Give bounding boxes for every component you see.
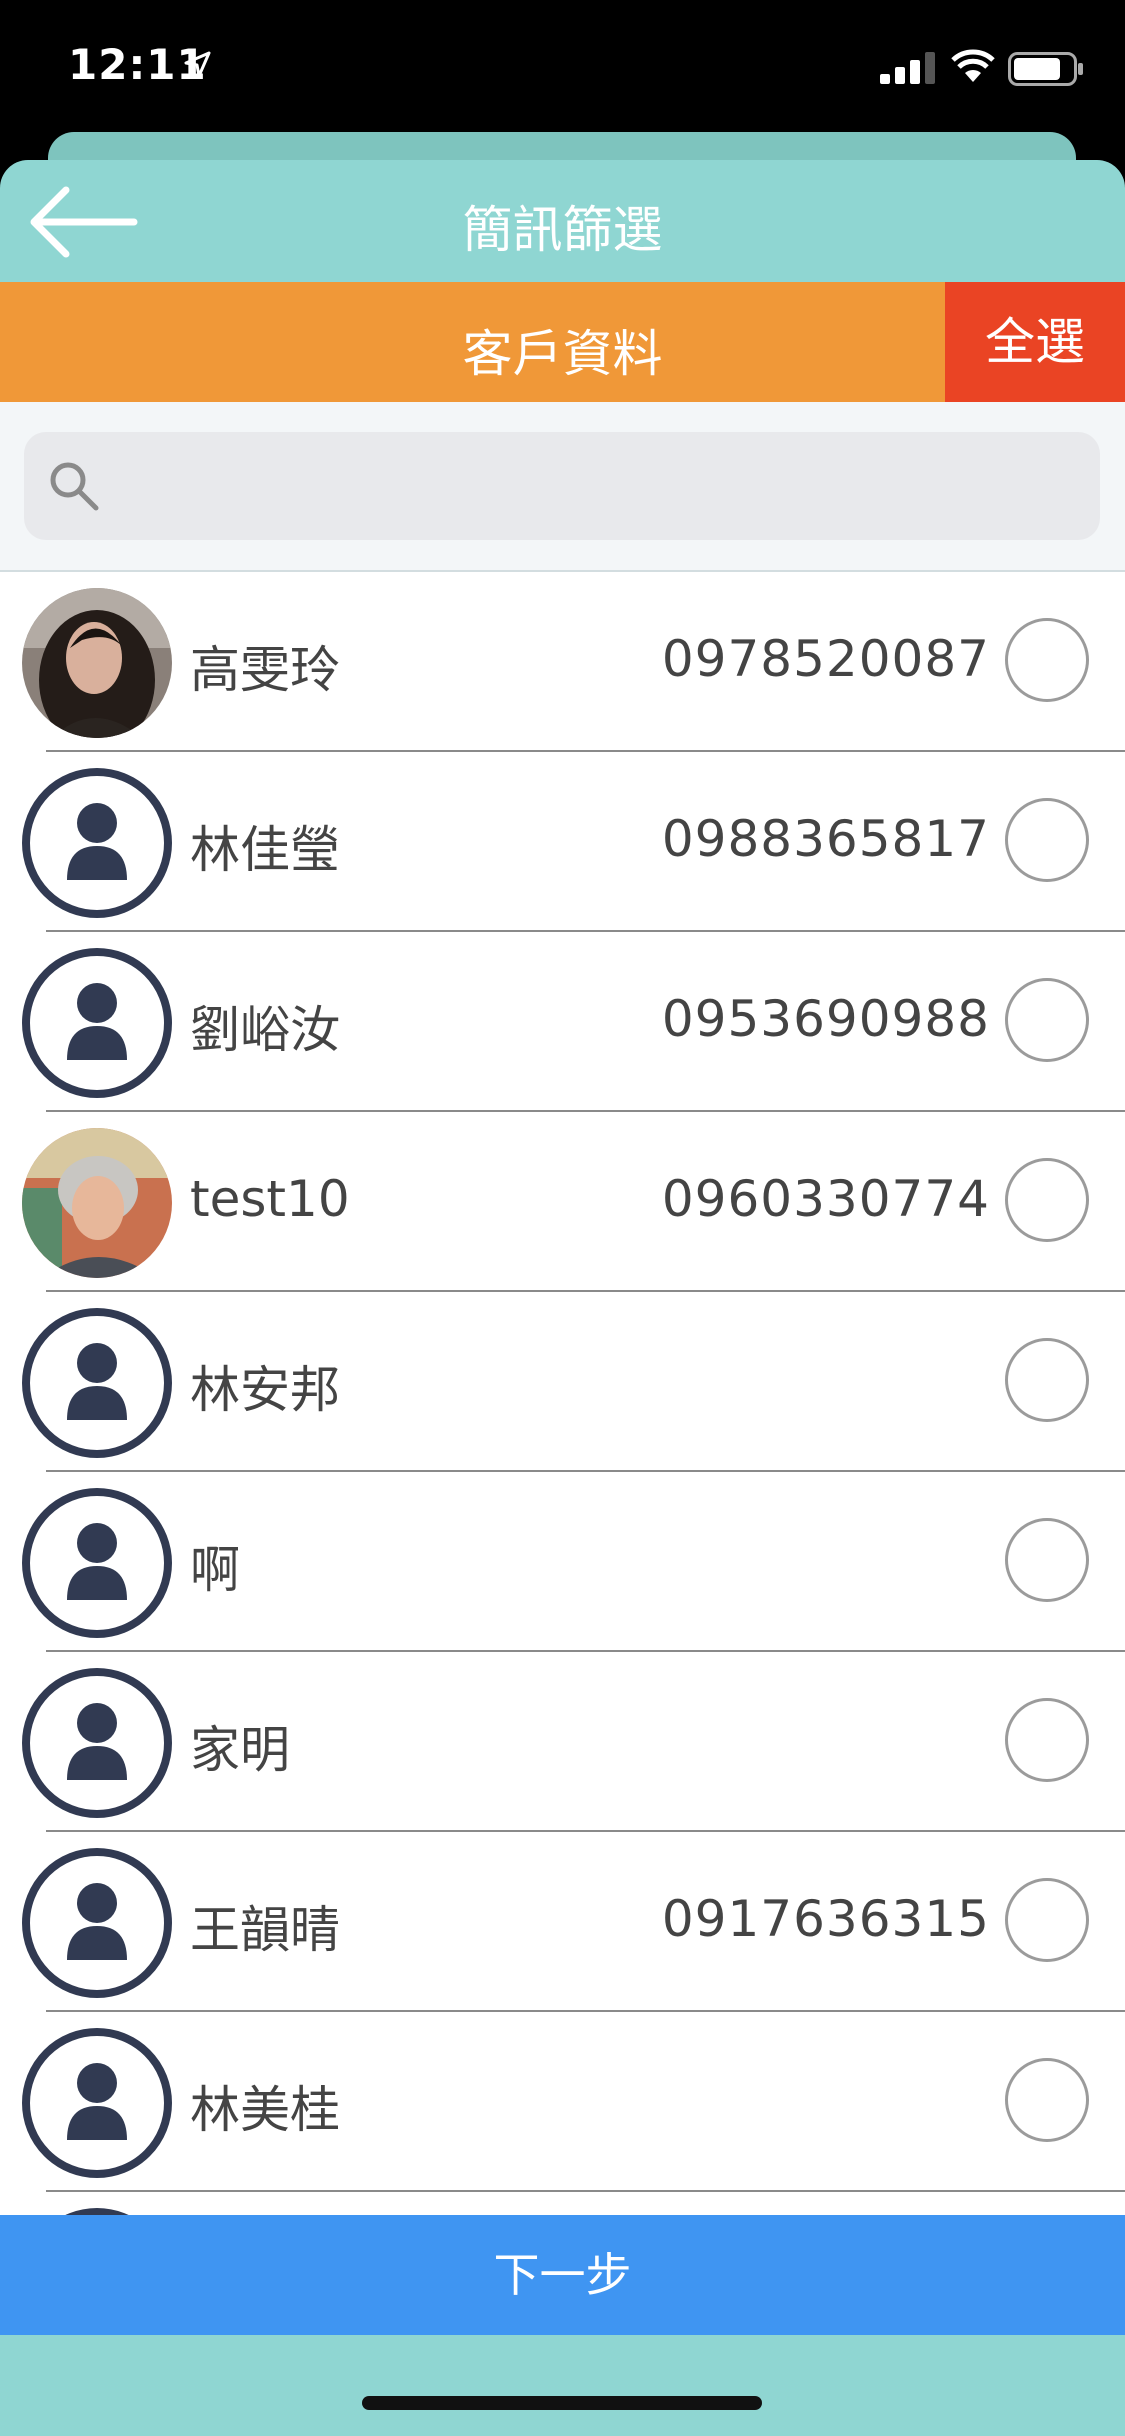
select-radio[interactable] <box>1005 1698 1089 1782</box>
select-radio[interactable] <box>1005 618 1089 702</box>
default-person-icon <box>22 948 172 1098</box>
status-bar: 12:11 <box>0 0 1125 135</box>
cellular-signal-icon <box>880 52 935 84</box>
select-radio[interactable] <box>1005 2058 1089 2142</box>
default-person-icon <box>22 1848 172 1998</box>
select-all-button[interactable]: 全選 <box>945 282 1125 402</box>
default-person-icon <box>22 768 172 918</box>
select-radio[interactable] <box>1005 798 1089 882</box>
contact-name: 林佳瑩 <box>190 821 340 879</box>
battery-icon <box>1008 52 1083 86</box>
next-button[interactable]: 下一步 <box>0 2215 1125 2335</box>
avatar-photo <box>22 1128 172 1278</box>
contact-row[interactable]: 林佳瑩 0988365817 <box>0 752 1125 932</box>
contact-name: 高雯玲 <box>190 641 340 699</box>
contact-row[interactable]: 王韻晴 0917636315 <box>0 1832 1125 2012</box>
section-header: 客戶資料 全選 <box>0 282 1125 402</box>
default-person-icon <box>22 1488 172 1638</box>
home-indicator <box>362 2396 762 2410</box>
select-radio[interactable] <box>1005 978 1089 1062</box>
contact-phone: 0960330774 <box>661 1170 990 1228</box>
contact-phone: 0917636315 <box>661 1890 990 1948</box>
select-radio[interactable] <box>1005 1878 1089 1962</box>
default-person-icon <box>22 1308 172 1458</box>
contact-name: test10 <box>190 1170 350 1228</box>
contact-name: 林美桂 <box>190 2081 340 2139</box>
contact-row[interactable]: 啊 <box>0 1472 1125 1652</box>
search-area <box>0 402 1125 572</box>
select-radio[interactable] <box>1005 1338 1089 1422</box>
wifi-icon <box>951 49 995 82</box>
location-arrow-icon <box>184 51 211 78</box>
contact-row[interactable]: 高雯玲 0978520087 <box>0 572 1125 752</box>
contact-name: 劉峪汝 <box>190 1001 340 1059</box>
contact-row[interactable]: 林安邦 <box>0 1292 1125 1472</box>
search-input[interactable] <box>24 432 1100 540</box>
contact-row[interactable]: test10 0960330774 <box>0 1112 1125 1292</box>
contact-list: 高雯玲 0978520087 林佳瑩 0988365817 劉峪汝 095369… <box>0 572 1125 2216</box>
page-title: 簡訊篩選 <box>462 201 663 259</box>
contact-phone: 0953690988 <box>661 990 990 1048</box>
contact-name: 家明 <box>190 1721 290 1779</box>
modal-sheet: 簡訊篩選 客戶資料 全選 高雯玲 0978520087 林佳瑩 09883658… <box>0 160 1125 2436</box>
contact-row-partial[interactable] <box>0 2192 1125 2216</box>
contact-name: 王韻晴 <box>190 1901 340 1959</box>
contact-row[interactable]: 劉峪汝 0953690988 <box>0 932 1125 1112</box>
avatar-photo <box>22 588 172 738</box>
default-person-icon <box>22 1668 172 1818</box>
search-icon <box>50 462 99 511</box>
contact-name: 啊 <box>190 1541 240 1599</box>
contact-row[interactable]: 家明 <box>0 1652 1125 1832</box>
select-radio[interactable] <box>1005 1518 1089 1602</box>
contact-row[interactable]: 林美桂 <box>0 2012 1125 2192</box>
contact-name: 林安邦 <box>190 1361 340 1419</box>
default-person-icon <box>22 2028 172 2178</box>
contact-phone: 0978520087 <box>661 630 990 688</box>
contact-phone: 0988365817 <box>661 810 990 868</box>
select-radio[interactable] <box>1005 1158 1089 1242</box>
nav-bar: 簡訊篩選 <box>0 160 1125 282</box>
